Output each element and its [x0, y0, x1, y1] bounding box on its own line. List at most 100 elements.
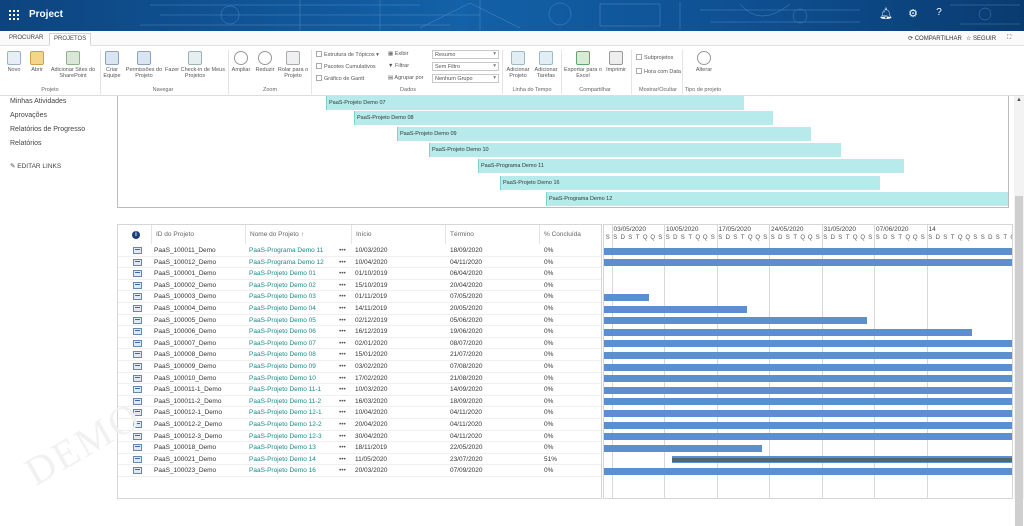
- timeline-bar[interactable]: PaaS-Projeto Demo 09: [397, 127, 811, 141]
- scroll-to-project-button[interactable]: Rolar para o Projeto: [277, 51, 309, 79]
- gantt-bar[interactable]: [604, 317, 867, 325]
- ellipsis-icon[interactable]: •••: [339, 433, 346, 440]
- table-row[interactable]: PaaS_100018_Demo PaaS-Projeto Demo 13 ••• 1…: [118, 442, 601, 454]
- gantt-bar[interactable]: [604, 247, 1012, 255]
- add-project-timeline-button[interactable]: Adicionar Projeto: [505, 51, 531, 79]
- group-by-select[interactable]: Nenhum Grupo: [432, 74, 499, 83]
- table-row[interactable]: PaaS_100011-2_Demo PaaS-Projeto Demo 11-2…: [118, 396, 601, 408]
- ellipsis-icon[interactable]: •••: [339, 270, 346, 277]
- ellipsis-icon[interactable]: •••: [339, 293, 346, 300]
- filter-select[interactable]: Sem Filtro: [432, 62, 499, 71]
- outline-menu[interactable]: Estrutura de Tópicos ▾: [316, 51, 379, 58]
- gantt-bar[interactable]: [604, 433, 1012, 441]
- tab-projetos[interactable]: PROJETOS: [49, 33, 92, 46]
- timeline-bar[interactable]: PaaS-Programa Demo 11: [478, 159, 904, 173]
- table-row[interactable]: PaaS_100023_Demo PaaS-Projeto Demo 16 ••• 2…: [118, 465, 601, 477]
- table-row[interactable]: PaaS_100001_Demo PaaS-Projeto Demo 01 ••• 0…: [118, 268, 601, 280]
- tab-procurar[interactable]: PROCURAR: [9, 35, 43, 41]
- table-row[interactable]: PaaS_100012-1_Demo PaaS-Projeto Demo 12-1…: [118, 407, 601, 419]
- cell-project-name[interactable]: PaaS-Projeto Demo 12-2: [249, 421, 322, 428]
- gear-icon[interactable]: ⚙: [905, 7, 921, 20]
- cell-project-name[interactable]: PaaS-Projeto Demo 02: [249, 282, 316, 289]
- ellipsis-icon[interactable]: •••: [339, 282, 346, 289]
- column-header-name[interactable]: Nome do Projeto ↑: [246, 225, 352, 244]
- zoom-in-button[interactable]: Ampliar: [231, 51, 251, 73]
- gantt-bar[interactable]: [604, 293, 649, 301]
- ellipsis-icon[interactable]: •••: [339, 259, 346, 266]
- bell-icon[interactable]: 🔔︎: [878, 7, 894, 20]
- subprojects-checkbox[interactable]: Subprojetos: [636, 54, 673, 61]
- edit-links[interactable]: ✎ EDITAR LINKS: [10, 162, 61, 170]
- cell-project-name[interactable]: PaaS-Projeto Demo 03: [249, 293, 316, 300]
- gantt-bar[interactable]: [604, 259, 1012, 267]
- table-row[interactable]: PaaS_100012-2_Demo PaaS-Projeto Demo 12-2…: [118, 419, 601, 431]
- cell-project-name[interactable]: PaaS-Projeto Demo 07: [249, 340, 316, 347]
- print-button[interactable]: Imprimir: [605, 51, 627, 73]
- nav-item-relatorios-progresso[interactable]: Relatórios de Progresso: [10, 126, 85, 133]
- table-row[interactable]: PaaS_100005_Demo PaaS-Projeto Demo 05 ••• 0…: [118, 315, 601, 327]
- table-row[interactable]: PaaS_100003_Demo PaaS-Projeto Demo 03 ••• 0…: [118, 291, 601, 303]
- checkin-button[interactable]: Fazer Check-in de Meus Projetos: [164, 51, 226, 79]
- gantt-bar[interactable]: [604, 305, 747, 313]
- column-header-end[interactable]: Término: [446, 225, 540, 244]
- cell-project-name[interactable]: PaaS-Projeto Demo 12-1: [249, 409, 322, 416]
- cell-project-name[interactable]: PaaS-Projeto Demo 01: [249, 270, 316, 277]
- follow-button[interactable]: ☆ SEGUIR: [966, 35, 996, 42]
- ellipsis-icon[interactable]: •••: [339, 398, 346, 405]
- ellipsis-icon[interactable]: •••: [339, 386, 346, 393]
- table-row[interactable]: PaaS_100011-1_Demo PaaS-Projeto Demo 11-1…: [118, 384, 601, 396]
- zoom-out-button[interactable]: Reduzir: [254, 51, 276, 73]
- cell-project-name[interactable]: PaaS-Projeto Demo 16: [249, 467, 316, 474]
- view-select[interactable]: Resumo: [432, 50, 499, 59]
- gantt-bar[interactable]: [604, 398, 1012, 406]
- gantt-bar[interactable]: [604, 340, 1012, 348]
- cell-project-name[interactable]: PaaS-Programa Demo 12: [249, 259, 324, 266]
- app-title[interactable]: Project: [29, 9, 63, 20]
- add-sites-button[interactable]: Adicionar Sites do SharePoint: [50, 51, 96, 79]
- time-date-checkbox[interactable]: Hora com Data: [636, 68, 681, 75]
- add-tasks-timeline-button[interactable]: Adicionar Tarefas: [533, 51, 559, 79]
- share-button[interactable]: ⟳ COMPARTILHAR: [908, 35, 962, 42]
- nav-item-aprovacoes[interactable]: Aprovações: [10, 112, 47, 119]
- build-team-button[interactable]: Criar Equipe: [103, 51, 121, 79]
- cell-project-name[interactable]: PaaS-Projeto Demo 05: [249, 317, 316, 324]
- column-header-start[interactable]: Início: [352, 225, 446, 244]
- ellipsis-icon[interactable]: •••: [339, 305, 346, 312]
- cell-project-name[interactable]: PaaS-Projeto Demo 11-1: [249, 386, 321, 393]
- cell-project-name[interactable]: PaaS-Projeto Demo 09: [249, 363, 316, 370]
- table-row[interactable]: PaaS_100010_Demo PaaS-Projeto Demo 10 ••• 1…: [118, 373, 601, 385]
- gantt-bar[interactable]: [604, 351, 1012, 359]
- help-icon[interactable]: ?: [931, 7, 947, 18]
- cell-project-name[interactable]: PaaS-Projeto Demo 08: [249, 351, 316, 358]
- timeline-bar[interactable]: PaaS-Projeto Demo 10: [429, 143, 841, 157]
- ellipsis-icon[interactable]: •••: [339, 328, 346, 335]
- gantt-bar[interactable]: [604, 409, 1012, 417]
- table-row[interactable]: PaaS_100021_Demo PaaS-Projeto Demo 14 ••• 1…: [118, 454, 601, 466]
- app-launcher-icon[interactable]: [9, 10, 19, 20]
- gantt-bar[interactable]: [604, 467, 1012, 475]
- ellipsis-icon[interactable]: •••: [339, 375, 346, 382]
- cell-project-name[interactable]: PaaS-Projeto Demo 13: [249, 444, 316, 451]
- table-row[interactable]: PaaS_100012-3_Demo PaaS-Projeto Demo 12-3…: [118, 431, 601, 443]
- scrollbar-thumb[interactable]: [1015, 196, 1023, 526]
- scroll-up-icon[interactable]: ▲: [1016, 97, 1022, 103]
- cell-project-name[interactable]: PaaS-Projeto Demo 12-3: [249, 433, 322, 440]
- ellipsis-icon[interactable]: •••: [339, 444, 346, 451]
- column-header-pct[interactable]: % Concluída: [540, 225, 601, 244]
- permissions-button[interactable]: Permissões do Projeto: [124, 51, 164, 79]
- gantt-bar[interactable]: [604, 386, 1012, 394]
- table-row[interactable]: PaaS_100011_Demo PaaS-Programa Demo 11 •••…: [118, 245, 601, 257]
- timeline-bar[interactable]: PaaS-Projeto Demo 16: [500, 176, 880, 190]
- table-row[interactable]: PaaS_100004_Demo PaaS-Projeto Demo 04 ••• 1…: [118, 303, 601, 315]
- ellipsis-icon[interactable]: •••: [339, 456, 346, 463]
- table-row[interactable]: PaaS_100012_Demo PaaS-Programa Demo 12 •••…: [118, 257, 601, 269]
- cell-project-name[interactable]: PaaS-Programa Demo 11: [249, 247, 323, 254]
- gantt-bar[interactable]: [604, 444, 762, 452]
- ellipsis-icon[interactable]: •••: [339, 363, 346, 370]
- timeline-bar[interactable]: PaaS-Projeto Demo 07: [326, 96, 744, 110]
- nav-item-relatorios[interactable]: Relatórios: [10, 140, 42, 147]
- timeline-bar[interactable]: PaaS-Programa Demo 12: [546, 192, 1008, 206]
- gantt-bar[interactable]: [604, 375, 1012, 383]
- cell-project-name[interactable]: PaaS-Projeto Demo 14: [249, 456, 316, 463]
- ellipsis-icon[interactable]: •••: [339, 351, 346, 358]
